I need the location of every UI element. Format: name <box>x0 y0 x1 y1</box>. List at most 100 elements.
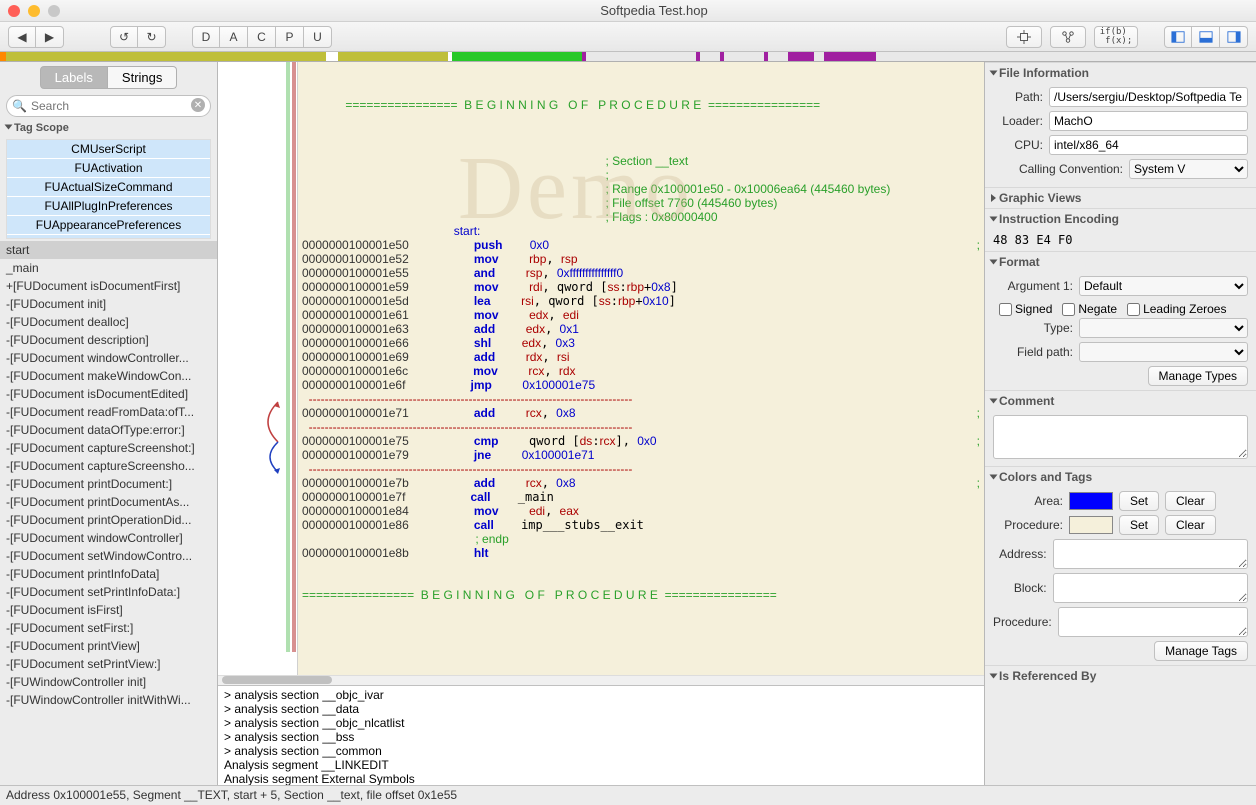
instruction-encoding-header[interactable]: Instruction Encoding <box>985 208 1256 229</box>
layout-left-button[interactable] <box>1164 26 1192 48</box>
close-window[interactable] <box>8 5 20 17</box>
procedure-set-button[interactable]: Set <box>1119 515 1159 535</box>
disassembly-view[interactable]: Demo ================ B E G I N N I N G … <box>298 62 984 675</box>
signed-checkbox[interactable]: Signed <box>999 302 1052 316</box>
calling-convention-label: Calling Convention: <box>993 162 1123 176</box>
tab-strings[interactable]: Strings <box>108 66 177 89</box>
cpu-field[interactable] <box>1049 135 1248 155</box>
symbol-item[interactable]: -[FUDocument readFromData:ofT... <box>0 403 217 421</box>
address-tag-label: Address: <box>993 547 1047 561</box>
symbol-item[interactable]: -[FUDocument init] <box>0 295 217 313</box>
symbol-list[interactable]: start_main+[FUDocument isDocumentFirst]-… <box>0 241 217 805</box>
tag-list[interactable]: CMUserScriptFUActivationFUActualSizeComm… <box>6 139 211 239</box>
comment-header[interactable]: Comment <box>985 390 1256 411</box>
symbol-item[interactable]: -[FUDocument description] <box>0 331 217 349</box>
format-header[interactable]: Format <box>985 251 1256 272</box>
symbol-item[interactable]: -[FUDocument setFirst:] <box>0 619 217 637</box>
search-input[interactable] <box>6 95 211 117</box>
path-field[interactable] <box>1049 87 1248 107</box>
horizontal-scrollbar[interactable] <box>218 675 984 685</box>
cpu-icon[interactable] <box>1006 26 1042 48</box>
symbol-item[interactable]: -[FUDocument printDocumentAs... <box>0 493 217 511</box>
mode-a-button[interactable]: A <box>220 26 248 48</box>
referenced-by-header[interactable]: Is Referenced By <box>985 665 1256 686</box>
symbol-item[interactable]: -[FUDocument captureScreenshot:] <box>0 439 217 457</box>
tab-labels[interactable]: Labels <box>40 66 108 89</box>
clear-search-icon[interactable]: ✕ <box>191 98 205 112</box>
calling-convention-select[interactable]: System V <box>1129 159 1248 179</box>
comment-textarea[interactable] <box>993 415 1248 459</box>
symbol-item[interactable]: -[FUDocument windowController] <box>0 529 217 547</box>
mode-p-button[interactable]: P <box>276 26 304 48</box>
zoom-window[interactable] <box>48 5 60 17</box>
tag-item[interactable]: FUAppearancePreferences <box>7 216 210 235</box>
minimize-window[interactable] <box>28 5 40 17</box>
area-set-button[interactable]: Set <box>1119 491 1159 511</box>
loader-field[interactable] <box>1049 111 1248 131</box>
layout-bottom-button[interactable] <box>1192 26 1220 48</box>
nav-back-button[interactable]: ◀ <box>8 26 36 48</box>
tag-item[interactable]: FUActivation <box>7 159 210 178</box>
file-info-header[interactable]: File Information <box>985 62 1256 83</box>
area-color-swatch[interactable] <box>1069 492 1113 510</box>
procedure-color-label: Procedure: <box>993 518 1063 532</box>
procedure-clear-button[interactable]: Clear <box>1165 515 1216 535</box>
symbol-item[interactable]: _main <box>0 259 217 277</box>
symbol-item[interactable]: -[FUDocument dealloc] <box>0 313 217 331</box>
address-tag-box[interactable] <box>1053 539 1248 569</box>
symbol-item[interactable]: -[FUDocument printDocument:] <box>0 475 217 493</box>
symbol-item[interactable]: -[FUDocument captureScreensho... <box>0 457 217 475</box>
symbol-item[interactable]: start <box>0 241 217 259</box>
field-path-select[interactable] <box>1079 342 1248 362</box>
tag-item[interactable]: FUApplication <box>7 235 210 239</box>
negate-checkbox[interactable]: Negate <box>1062 302 1117 316</box>
type-select[interactable] <box>1079 318 1248 338</box>
procedure-color-swatch[interactable] <box>1069 516 1113 534</box>
symbol-item[interactable]: -[FUWindowController initWithWi... <box>0 691 217 709</box>
symbol-item[interactable]: -[FUDocument setPrintView:] <box>0 655 217 673</box>
symbol-item[interactable]: -[FUDocument windowController... <box>0 349 217 367</box>
symbol-item[interactable]: -[FUDocument isFirst] <box>0 601 217 619</box>
area-label: Area: <box>993 494 1063 508</box>
pseudocode-button[interactable]: if(b) f(x); <box>1094 26 1138 48</box>
symbol-item[interactable]: -[FUDocument setPrintInfoData:] <box>0 583 217 601</box>
mode-c-button[interactable]: C <box>248 26 276 48</box>
symbol-item[interactable]: +[FUDocument isDocumentFirst] <box>0 277 217 295</box>
tag-item[interactable]: FUAllPlugInPreferences <box>7 197 210 216</box>
symbol-item[interactable]: -[FUDocument printView] <box>0 637 217 655</box>
symbol-item[interactable]: -[FUDocument printOperationDid... <box>0 511 217 529</box>
redo-button[interactable]: ↻ <box>138 26 166 48</box>
symbol-item[interactable]: -[FUDocument isDocumentEdited] <box>0 385 217 403</box>
leading-zeroes-checkbox[interactable]: Leading Zeroes <box>1127 302 1226 316</box>
loader-label: Loader: <box>993 114 1043 128</box>
manage-types-button[interactable]: Manage Types <box>1148 366 1249 386</box>
mode-d-button[interactable]: D <box>192 26 220 48</box>
symbol-item[interactable]: -[FUWindowController init] <box>0 673 217 691</box>
mode-u-button[interactable]: U <box>304 26 332 48</box>
minimap[interactable] <box>218 62 298 675</box>
symbol-item[interactable]: -[FUDocument dataOfType:error:] <box>0 421 217 439</box>
nav-forward-button[interactable]: ▶ <box>36 26 64 48</box>
undo-button[interactable]: ↺ <box>110 26 138 48</box>
titlebar: Softpedia Test.hop <box>0 0 1256 22</box>
block-tag-box[interactable] <box>1053 573 1248 603</box>
graph-icon[interactable] <box>1050 26 1086 48</box>
symbol-item[interactable]: -[FUDocument setWindowContro... <box>0 547 217 565</box>
search-icon: 🔍 <box>12 99 27 113</box>
navigation-colorbar[interactable] <box>0 52 1256 62</box>
manage-tags-button[interactable]: Manage Tags <box>1154 641 1248 661</box>
layout-right-button[interactable] <box>1220 26 1248 48</box>
log-line: > analysis section __common <box>224 744 978 758</box>
procedure-tag-label: Procedure: <box>993 615 1052 629</box>
area-clear-button[interactable]: Clear <box>1165 491 1216 511</box>
symbol-item[interactable]: -[FUDocument printInfoData] <box>0 565 217 583</box>
tag-scope-header[interactable]: Tag Scope <box>0 119 217 137</box>
procedure-tag-box[interactable] <box>1058 607 1248 637</box>
tag-item[interactable]: FUActualSizeCommand <box>7 178 210 197</box>
graphic-views-header[interactable]: Graphic Views <box>985 187 1256 208</box>
tag-item[interactable]: CMUserScript <box>7 140 210 159</box>
path-label: Path: <box>993 90 1043 104</box>
colors-tags-header[interactable]: Colors and Tags <box>985 466 1256 487</box>
symbol-item[interactable]: -[FUDocument makeWindowCon... <box>0 367 217 385</box>
argument-select[interactable]: Default <box>1079 276 1248 296</box>
